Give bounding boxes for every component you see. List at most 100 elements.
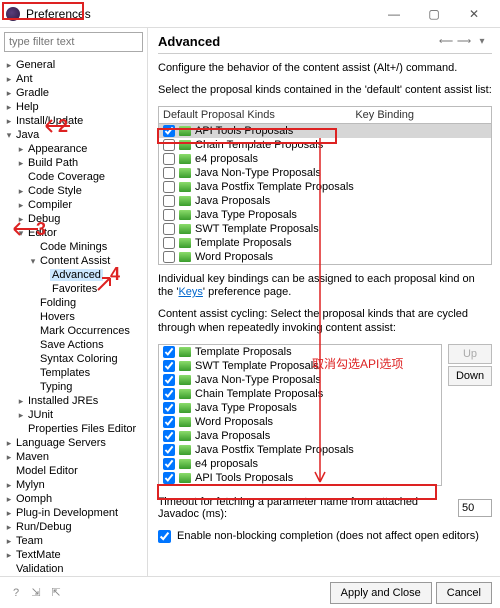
tree-item[interactable]: Mark Occurrences [0,324,147,338]
minimize-button[interactable]: — [374,1,414,27]
menu-button[interactable]: ▾ [474,34,490,48]
tree-toggle-icon[interactable]: ▾ [4,130,14,141]
proposal-checkbox[interactable] [163,430,175,442]
proposal-checkbox[interactable] [163,472,175,484]
tree-item[interactable]: ▸Appearance [0,142,147,156]
proposal-checkbox[interactable] [163,139,175,151]
tree-toggle-icon[interactable]: ▸ [16,186,26,197]
tree-item[interactable]: Typing [0,380,147,394]
proposal-checkbox[interactable] [163,195,175,207]
tree-item[interactable]: ▸Maven [0,450,147,464]
tree-item[interactable]: ▸Gradle [0,86,147,100]
tree-item[interactable]: Save Actions [0,338,147,352]
tree-item[interactable]: ▾Content Assist [0,254,147,268]
tree-toggle-icon[interactable]: ▸ [16,158,26,169]
tree-item[interactable]: ▸Help [0,100,147,114]
proposal-row[interactable]: SWT Template Proposals [159,359,441,373]
proposal-checkbox[interactable] [163,360,175,372]
proposal-row[interactable]: Chain Template Proposals [159,387,441,401]
tree-toggle-icon[interactable]: ▸ [16,410,26,421]
proposal-row[interactable]: Chain Template Proposals [159,138,491,152]
default-proposals-list[interactable]: API Tools ProposalsChain Template Propos… [158,123,492,265]
import-icon[interactable]: ⇲ [28,585,44,601]
maximize-button[interactable]: ▢ [414,1,454,27]
tree-item[interactable]: Favorites [0,282,147,296]
back-button[interactable]: ⟵ [438,34,454,48]
proposal-checkbox[interactable] [163,153,175,165]
tree-toggle-icon[interactable]: ▸ [4,480,14,491]
tree-toggle-icon[interactable]: ▸ [4,452,14,463]
proposal-checkbox[interactable] [163,125,175,137]
tree-toggle-icon[interactable]: ▸ [16,200,26,211]
filter-input[interactable] [4,32,143,52]
apply-close-button[interactable]: Apply and Close [330,582,432,604]
proposal-checkbox[interactable] [163,388,175,400]
nonblocking-checkbox[interactable] [158,530,171,543]
tree-item[interactable]: ▸Installed JREs [0,394,147,408]
timeout-input[interactable] [458,499,492,517]
proposal-row[interactable]: Word Proposals [159,415,441,429]
tree-toggle-icon[interactable]: ▸ [4,102,14,113]
tree-item[interactable]: Advanced [0,268,147,282]
tree-item[interactable]: ▸Install/Update [0,114,147,128]
proposal-checkbox[interactable] [163,181,175,193]
tree-item[interactable]: ▸Mylyn [0,478,147,492]
tree-toggle-icon[interactable]: ▾ [16,228,26,239]
tree-item[interactable]: ▸Team [0,534,147,548]
tree-toggle-icon[interactable]: ▸ [4,494,14,505]
close-button[interactable]: ✕ [454,1,494,27]
tree-toggle-icon[interactable]: ▸ [4,550,14,561]
tree-item[interactable]: ▸Debug [0,212,147,226]
proposal-row[interactable]: Java Type Proposals [159,401,441,415]
tree-item[interactable]: Syntax Coloring [0,352,147,366]
proposal-row[interactable]: Java Non-Type Proposals [159,166,491,180]
tree-toggle-icon[interactable]: ▸ [4,522,14,533]
tree-toggle-icon[interactable]: ▾ [28,256,38,267]
down-button[interactable]: Down [448,366,492,386]
tree-toggle-icon[interactable]: ▸ [4,438,14,449]
proposal-row[interactable]: Java Postfix Template Proposals [159,443,441,457]
proposal-row[interactable]: Template Proposals [159,236,491,250]
tree-item[interactable]: ▸Build Path [0,156,147,170]
proposal-row[interactable]: e4 proposals [159,152,491,166]
export-icon[interactable]: ⇱ [48,585,64,601]
tree-item[interactable]: ▸JUnit [0,408,147,422]
tree-item[interactable]: ▸General [0,58,147,72]
help-icon[interactable]: ? [8,585,24,601]
proposal-checkbox[interactable] [163,251,175,263]
tree-item[interactable]: ▾Editor [0,226,147,240]
cycling-proposals-list[interactable]: Template ProposalsSWT Template Proposals… [158,344,442,486]
proposal-checkbox[interactable] [163,416,175,428]
tree-item[interactable]: Model Editor [0,464,147,478]
proposal-checkbox[interactable] [163,374,175,386]
tree-item[interactable]: ▸Code Style [0,184,147,198]
proposal-row[interactable]: Java Proposals [159,194,491,208]
cancel-button[interactable]: Cancel [436,582,492,604]
tree-toggle-icon[interactable]: ▸ [4,88,14,99]
proposal-row[interactable]: Java Postfix Template Proposals [159,180,491,194]
forward-button[interactable]: ⟶ [456,34,472,48]
tree-toggle-icon[interactable]: ▸ [16,144,26,155]
proposal-checkbox[interactable] [163,458,175,470]
proposal-row[interactable]: API Tools Proposals [159,471,441,485]
proposal-row[interactable]: Java Type Proposals [159,208,491,222]
tree-item[interactable]: ▾Java [0,128,147,142]
tree-item[interactable]: ▸Oomph [0,492,147,506]
proposal-row[interactable]: API Tools Proposals [159,124,491,138]
tree-item[interactable]: ▸Ant [0,72,147,86]
proposal-checkbox[interactable] [163,402,175,414]
tree-item[interactable]: ▸Plug-in Development [0,506,147,520]
tree-toggle-icon[interactable]: ▸ [16,214,26,225]
tree-toggle-icon[interactable]: ▸ [4,74,14,85]
proposal-row[interactable]: Java Proposals [159,429,441,443]
tree-toggle-icon[interactable]: ▸ [16,396,26,407]
proposal-row[interactable]: e4 proposals [159,457,441,471]
tree-item[interactable]: ▸Compiler [0,198,147,212]
proposal-checkbox[interactable] [163,237,175,249]
up-button[interactable]: Up [448,344,492,364]
tree-toggle-icon[interactable]: ▸ [4,508,14,519]
proposal-checkbox[interactable] [163,223,175,235]
tree-item[interactable]: Properties Files Editor [0,422,147,436]
tree-item[interactable]: Code Minings [0,240,147,254]
proposal-checkbox[interactable] [163,444,175,456]
